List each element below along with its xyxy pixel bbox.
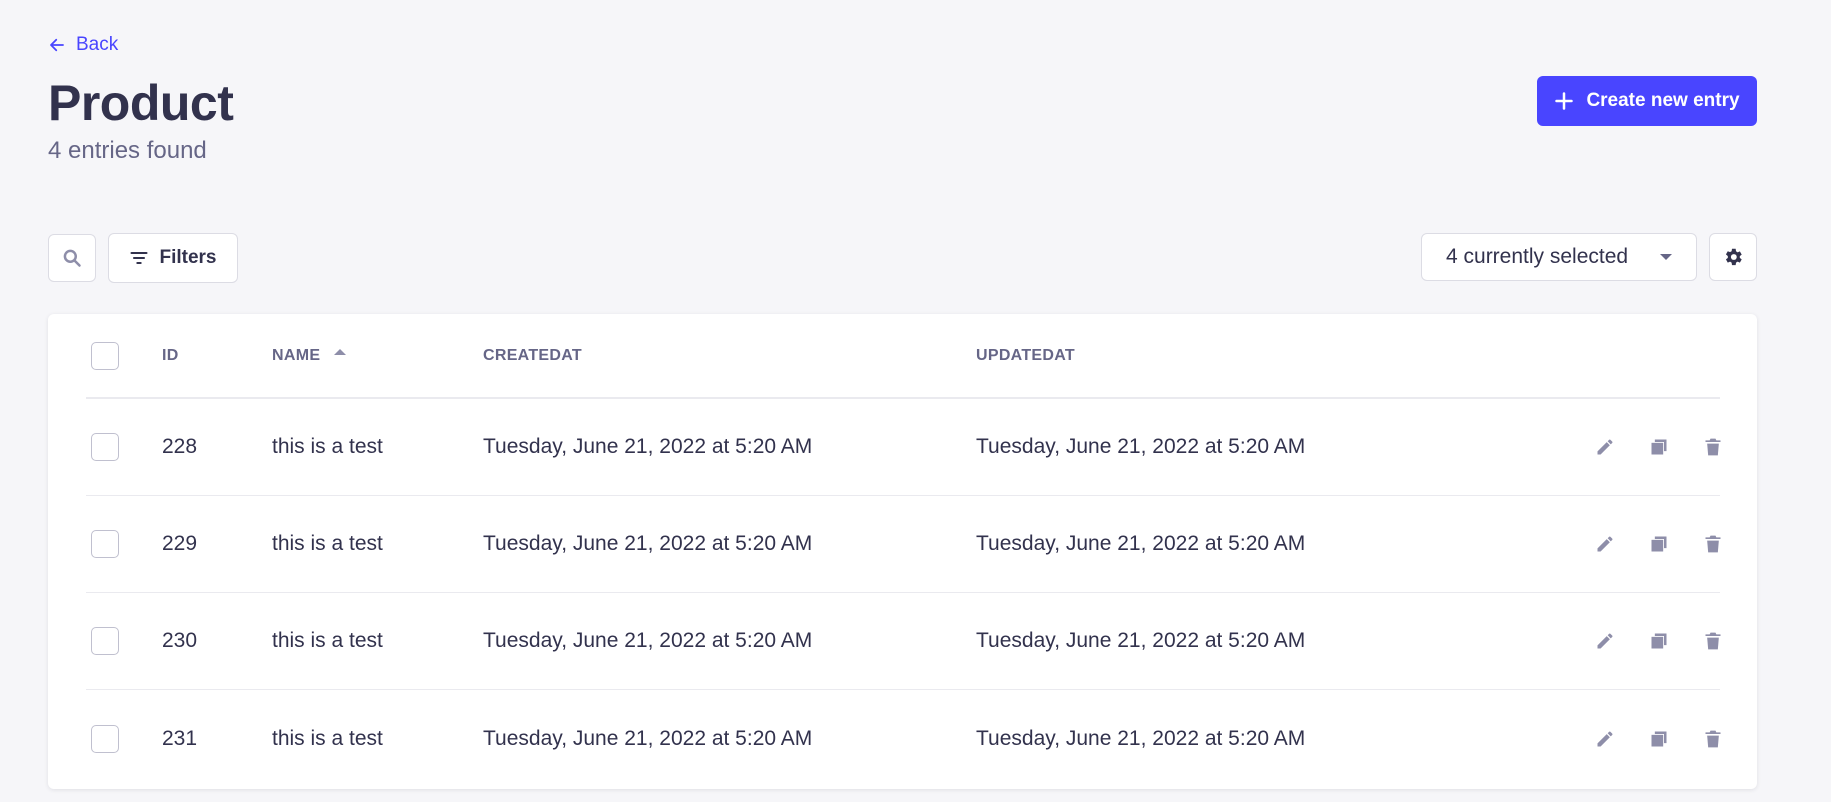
row-checkbox[interactable] [91,627,119,655]
create-new-entry-label: Create new entry [1586,90,1740,111]
column-header-id[interactable]: ID [162,347,179,365]
delete-button[interactable] [1702,630,1724,652]
cell-id: 228 [162,435,198,458]
delete-button[interactable] [1702,728,1724,750]
duplicate-button[interactable] [1648,436,1670,458]
create-new-entry-button[interactable]: Create new entry [1537,76,1757,126]
cell-createdat: Tuesday, June 21, 2022 at 5:20 AM [483,726,813,750]
delete-button[interactable] [1702,436,1724,458]
row-actions [1594,630,1724,652]
cell-createdat: Tuesday, June 21, 2022 at 5:20 AM [483,532,813,555]
cell-name: this is a test [272,629,383,652]
trash-icon [1705,535,1721,553]
pencil-icon [1597,439,1613,455]
back-link[interactable]: Back [48,34,118,56]
filter-icon [130,251,149,265]
trash-icon [1705,730,1721,747]
gear-icon [1725,248,1742,266]
cell-updatedat: Tuesday, June 21, 2022 at 5:20 AM [976,726,1306,750]
edit-button[interactable] [1594,728,1616,750]
row-checkbox[interactable] [91,724,119,753]
duplicate-icon [1651,439,1667,455]
search-icon [63,249,81,267]
column-header-name-label: NAME [272,346,321,364]
edit-button[interactable] [1594,533,1616,555]
columns-select-value: 4 currently selected [1446,245,1629,268]
cell-updatedat: Tuesday, June 21, 2022 at 5:20 AM [976,532,1306,555]
duplicate-button[interactable] [1648,728,1670,750]
duplicate-icon [1651,536,1667,552]
pencil-icon [1597,536,1613,552]
cell-updatedat: Tuesday, June 21, 2022 at 5:20 AM [976,629,1306,652]
columns-select[interactable]: 4 currently selected [1421,233,1697,281]
duplicate-button[interactable] [1648,533,1670,555]
cell-createdat: Tuesday, June 21, 2022 at 5:20 AM [483,629,813,652]
filters-label: Filters [159,247,217,268]
row-checkbox[interactable] [91,530,119,558]
arrow-left-icon [50,38,64,52]
row-actions [1594,533,1724,555]
sort-ascending-icon [334,349,347,356]
duplicate-button[interactable] [1648,630,1670,652]
edit-button[interactable] [1594,630,1616,652]
cell-id: 229 [162,532,198,555]
table-header-row: ID NAME CREATEDAT UPDATEDAT [86,314,1720,399]
pencil-icon [1597,731,1613,746]
cell-id: 230 [162,629,198,652]
cell-name: this is a test [272,726,383,750]
entries-count: 4 entries found [48,137,207,164]
cell-updatedat: Tuesday, June 21, 2022 at 5:20 AM [976,435,1306,458]
settings-button[interactable] [1709,233,1757,281]
trash-icon [1705,632,1721,650]
plus-icon [1555,92,1574,110]
cell-name: this is a test [272,435,383,458]
filters-button[interactable]: Filters [108,233,238,283]
column-header-name[interactable]: NAME [272,346,347,365]
table-row[interactable]: 231 this is a test Tuesday, June 21, 202… [86,690,1721,787]
table-row[interactable]: 230 this is a test Tuesday, June 21, 202… [86,593,1721,690]
cell-name: this is a test [272,532,383,555]
row-checkbox[interactable] [91,433,119,461]
duplicate-icon [1651,633,1667,649]
back-link-label: Back [76,34,119,55]
table-row[interactable]: 229 this is a test Tuesday, June 21, 202… [86,496,1721,593]
chevron-down-icon [1660,254,1672,260]
table-row[interactable]: 228 this is a test Tuesday, June 21, 202… [86,399,1721,496]
edit-button[interactable] [1594,436,1616,458]
row-actions [1594,436,1724,458]
column-header-createdat[interactable]: CREATEDAT [483,347,582,365]
trash-icon [1705,438,1721,456]
select-all-checkbox[interactable] [91,341,119,370]
search-button[interactable] [48,234,96,282]
duplicate-icon [1651,731,1667,746]
cell-createdat: Tuesday, June 21, 2022 at 5:20 AM [483,435,813,458]
row-actions [1594,728,1724,750]
cell-id: 231 [162,726,198,750]
column-header-updatedat[interactable]: UPDATEDAT [976,347,1075,365]
pencil-icon [1597,633,1613,649]
page-title: Product [48,75,234,131]
entries-table: ID NAME CREATEDAT UPDATEDAT 228 this is … [48,314,1757,789]
delete-button[interactable] [1702,533,1724,555]
